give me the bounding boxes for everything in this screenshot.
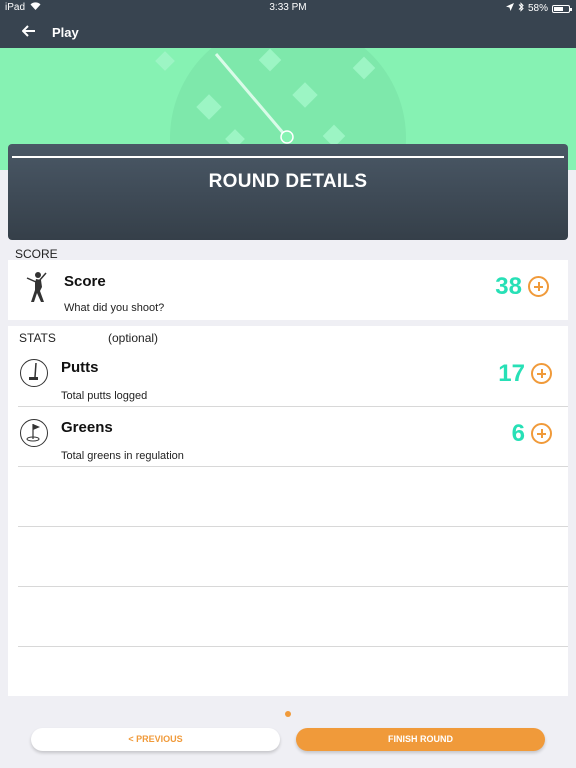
- battery-percent: 58%: [527, 3, 548, 14]
- empty-row: [8, 527, 568, 587]
- greens-add-icon[interactable]: [531, 423, 552, 444]
- score-panel: Score What did you shoot? 38: [8, 260, 568, 320]
- score-row[interactable]: Score What did you shoot? 38: [8, 260, 568, 320]
- empty-row: [8, 467, 568, 527]
- navigation-bar: Play: [0, 16, 576, 48]
- score-subtitle: What did you shoot?: [64, 302, 165, 314]
- score-title: Score: [64, 273, 106, 290]
- putter-icon: [20, 359, 48, 387]
- finish-round-button[interactable]: FINISH ROUND: [296, 728, 545, 751]
- flag-icon: [20, 419, 48, 447]
- stats-optional-label: (optional): [108, 331, 159, 345]
- empty-row: [8, 587, 568, 647]
- page-indicator-dot: [285, 711, 291, 717]
- location-icon: [505, 3, 514, 14]
- round-details-header: ROUND DETAILS: [8, 144, 568, 240]
- round-details-title: ROUND DETAILS: [208, 171, 368, 192]
- previous-button[interactable]: < PREVIOUS: [31, 728, 280, 751]
- score-add-icon[interactable]: [528, 276, 549, 297]
- row-divider: [18, 646, 568, 647]
- status-time: 3:33 PM: [269, 2, 307, 13]
- back-arrow-icon[interactable]: [21, 22, 36, 42]
- bluetooth-icon: [518, 2, 524, 15]
- greens-subtitle: Total greens in regulation: [61, 450, 184, 462]
- header-divider: [12, 156, 564, 158]
- greens-title: Greens: [61, 419, 113, 436]
- greens-value: 6: [511, 420, 525, 447]
- score-value: 38: [495, 273, 522, 300]
- golfer-icon: [24, 270, 50, 309]
- putts-add-icon[interactable]: [531, 363, 552, 384]
- stats-section-label: STATS: [19, 331, 56, 345]
- stats-panel: STATS (optional) Putts Total putts logge…: [8, 326, 568, 696]
- putts-title: Putts: [61, 359, 99, 376]
- score-section-label: SCORE: [15, 247, 58, 261]
- putts-subtitle: Total putts logged: [61, 390, 148, 402]
- status-bar: iPad 3:33 PM 58%: [0, 0, 576, 16]
- nav-title: Play: [52, 25, 79, 40]
- greens-row[interactable]: Greens Total greens in regulation 6: [8, 407, 568, 467]
- putts-value: 17: [498, 360, 525, 387]
- battery-icon: [552, 4, 572, 13]
- putts-row[interactable]: Putts Total putts logged 17: [8, 347, 568, 407]
